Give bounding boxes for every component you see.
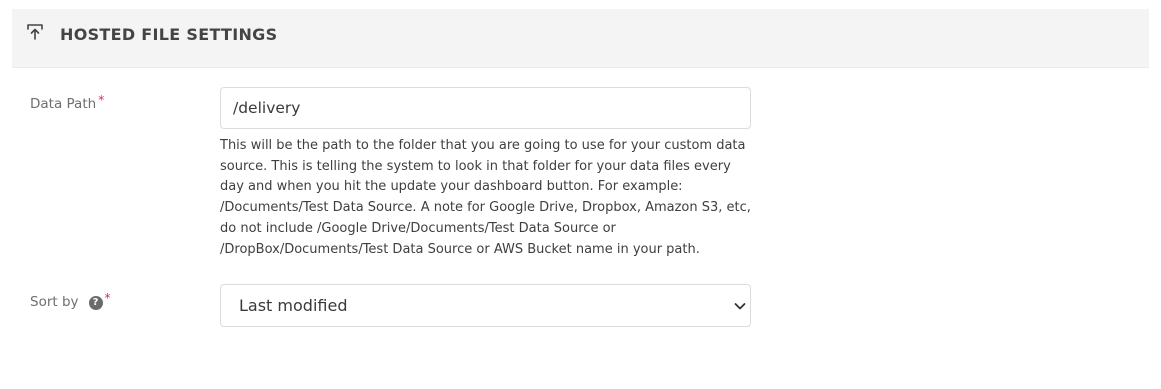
required-marker: * xyxy=(98,93,105,107)
section-header: HOSTED FILE SETTINGS xyxy=(12,9,1149,68)
help-icon[interactable]: ? xyxy=(88,296,103,310)
upload-icon xyxy=(27,24,43,40)
sort-by-label-text: Sort by xyxy=(30,294,79,310)
data-path-help-text: This will be the path to the folder that… xyxy=(220,138,751,257)
sort-by-label: Sort by? * xyxy=(30,291,111,310)
required-marker: * xyxy=(104,291,111,305)
chevron-down-icon xyxy=(734,303,746,310)
data-path-label: Data Path * xyxy=(30,93,105,112)
sort-by-selected-value: Last modified xyxy=(239,296,348,315)
sort-by-select[interactable]: Last modified xyxy=(220,284,751,327)
data-path-input[interactable] xyxy=(220,87,751,129)
data-path-label-text: Data Path xyxy=(30,96,97,112)
section-title: HOSTED FILE SETTINGS xyxy=(60,25,278,44)
